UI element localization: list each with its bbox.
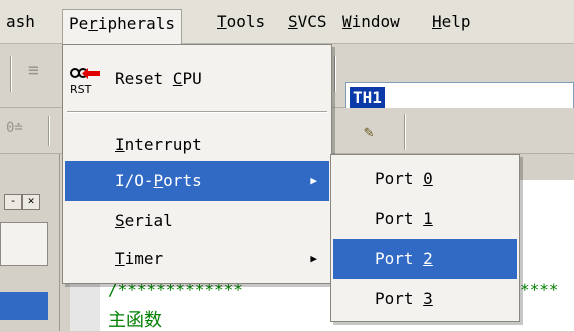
menu-bar: ash Peripherals Tools SVCS Window Help: [0, 0, 574, 46]
menu-separator: [67, 111, 327, 113]
svg-text:RST: RST: [70, 83, 92, 96]
menu-item-io-ports[interactable]: I/O-Ports ▶: [65, 161, 329, 201]
menu-svcs[interactable]: SVCS: [282, 8, 333, 36]
close-icon[interactable]: ✕: [22, 194, 40, 210]
submenu-item-port-3[interactable]: Port 3: [333, 279, 517, 319]
peripherals-menu: RST Reset CPU Interrupt I/O-Ports ▶ Seri…: [62, 44, 332, 284]
menu-window[interactable]: Window: [336, 8, 406, 36]
submenu-arrow-icon: ▶: [310, 174, 317, 187]
panel-frame: [0, 222, 48, 266]
toolbar-separator: [404, 114, 406, 150]
menu-tools[interactable]: Tools: [211, 8, 271, 36]
menu-item-serial[interactable]: Serial: [65, 201, 329, 241]
panel-selected-item[interactable]: [0, 292, 48, 320]
menu-peripherals[interactable]: Peripherals: [62, 9, 182, 46]
restore-icon[interactable]: -: [4, 194, 22, 210]
io-ports-submenu: Port 0 Port 1 Port 2 Port 3: [330, 154, 520, 322]
indent-icon[interactable]: ≡: [28, 60, 39, 81]
toolbar-separator: [334, 56, 336, 92]
menu-item-timer[interactable]: Timer ▶: [65, 239, 329, 279]
menu-help[interactable]: Help: [426, 8, 477, 36]
toolbar-separator: [10, 56, 12, 92]
code-comment-tail: ****: [520, 280, 559, 299]
menu-item-interrupt[interactable]: Interrupt: [65, 125, 329, 165]
submenu-item-port-0[interactable]: Port 0: [333, 159, 517, 199]
menu-item-reset-cpu[interactable]: RST Reset CPU: [65, 59, 329, 99]
toolbar-separator: [48, 116, 50, 146]
submenu-item-port-1[interactable]: Port 1: [333, 199, 517, 239]
register-value: TH1: [350, 87, 385, 109]
code-line: 主函数: [108, 310, 162, 331]
submenu-arrow-icon: ▶: [310, 252, 317, 265]
debug-icon[interactable]: ✎: [364, 122, 374, 141]
menu-flash[interactable]: ash: [0, 8, 41, 36]
rst-icon: RST: [70, 68, 100, 96]
hex-view-icon[interactable]: 0≐: [6, 120, 23, 136]
submenu-item-port-2[interactable]: Port 2: [333, 239, 517, 279]
